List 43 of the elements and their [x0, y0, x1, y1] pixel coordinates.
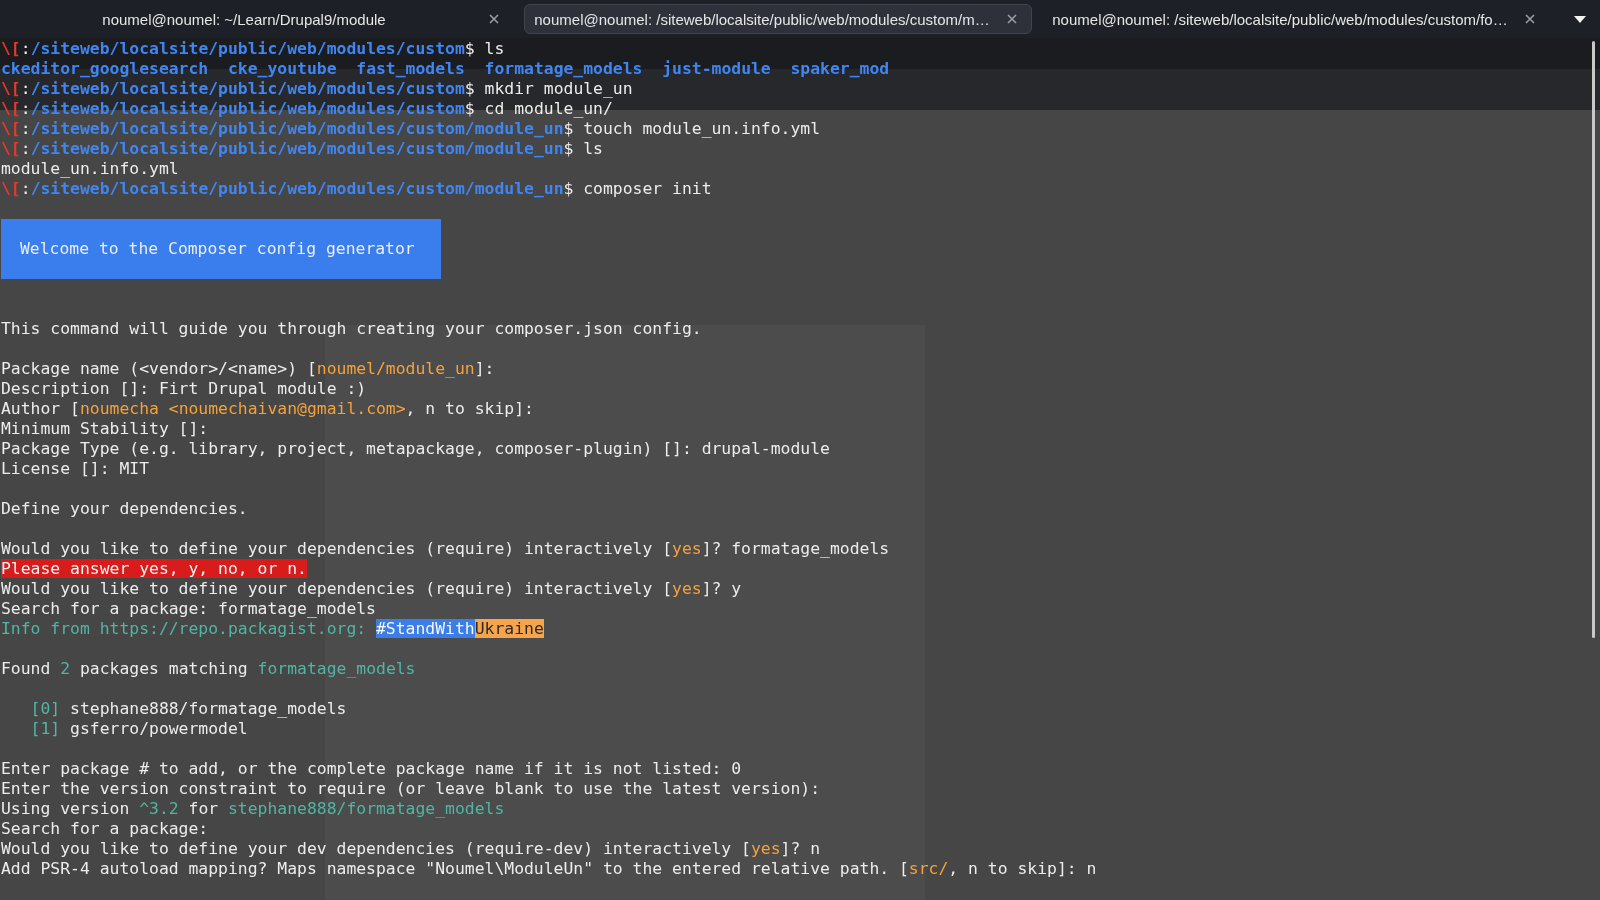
prompt-line: \[:/siteweb/localsite/public/web/modules/custom/module_un$ touch module_un.info.yml	[1, 119, 821, 139]
output-line: Package Type (e.g. library, project, metapackage, composer-plugin) []: drupal-module	[1, 439, 830, 459]
output-line: Found 2 packages matching formatage_models	[1, 659, 416, 679]
prompt-line: \[:/siteweb/localsite/public/web/modules/custom$ mkdir module_un	[1, 79, 633, 99]
output-line: This command will guide you through creating your composer.json config.	[1, 319, 702, 339]
close-icon[interactable]	[489, 14, 499, 24]
output-line: Enter package # to add, or the complete package name if it is not listed: 0	[1, 759, 742, 779]
output-line: module_un.info.yml	[1, 159, 179, 179]
directory-name: fast_models	[356, 59, 465, 79]
close-icon[interactable]	[1525, 14, 1535, 24]
terminal-tab[interactable]: noumel@noumel: /siteweb/localsite/public/web/modules/custom/fo…	[1042, 4, 1550, 34]
output-line: Would you like to define your dependencies (require) interactively [yes]? y	[1, 579, 742, 599]
output-line: Would you like to define your dev dependencies (require-dev) interactively [yes]? n	[1, 839, 821, 859]
directory-name: ckeditor_googlesearch	[1, 59, 209, 79]
output-line: Search for a package:	[1, 819, 209, 839]
caret-icon	[1574, 15, 1586, 23]
prompt-line: \[:/siteweb/localsite/public/web/modules/custom$ cd module_un/	[1, 99, 613, 119]
output-line: [0] stephane888/formatage_models	[30, 699, 347, 719]
welcome-banner: Welcome to the Composer config generator	[1, 219, 441, 279]
output-line: Search for a package: formatage_models	[1, 599, 376, 619]
output-line: Add PSR-4 autoload mapping? Maps namespace "Noumel\ModuleUn" to the entered relative path. [src/, n to skip]: n	[1, 859, 1097, 879]
directory-name: just-module	[662, 59, 771, 79]
terminal-tab[interactable]: noumel@noumel: ~/Learn/Drupal9/module	[6, 4, 514, 34]
output-line: Would you like to define your dependencies (require) interactively [yes]? formatage_models	[1, 539, 890, 559]
output-line: Define your dependencies.	[1, 499, 248, 519]
output-line: [1] gsferro/powermodel	[30, 719, 248, 739]
output-line: Author [noumecha <noumechaivan@gmail.com>, n to skip]:	[1, 399, 534, 419]
output-line: Package name (<vendor>/<name>) [noumel/module_un]:	[1, 359, 495, 379]
directory-name: spaker_mod	[790, 59, 890, 79]
output-line: Using version ^3.2 for stephane888/formatage_models	[1, 799, 505, 819]
prompt-line: \[:/siteweb/localsite/public/web/modules/custom$ ls	[1, 39, 505, 59]
terminal-tab[interactable]: noumel@noumel: /siteweb/localsite/public/web/modules/custom/m…	[524, 4, 1032, 34]
output-line: Minimum Stability []:	[1, 419, 209, 439]
directory-name: formatage_models	[484, 59, 643, 79]
output-line: Enter the version constraint to require (or leave blank to use the latest version):	[1, 779, 821, 799]
prompt-line: \[:/siteweb/localsite/public/web/modules/custom/module_un$ composer init	[1, 179, 712, 199]
output-line: Info from https://repo.packagist.org: #StandWithUkraine	[1, 619, 544, 639]
close-icon[interactable]	[1007, 14, 1017, 24]
scrollbar-thumb[interactable]	[1592, 41, 1595, 638]
output-line: Description []: Firt Drupal module :)	[1, 379, 367, 399]
output-line: License []: MIT	[1, 459, 150, 479]
directory-name: cke_youtube	[227, 59, 337, 79]
prompt-line: \[:/siteweb/localsite/public/web/modules/custom/module_un$ ls	[1, 139, 603, 159]
